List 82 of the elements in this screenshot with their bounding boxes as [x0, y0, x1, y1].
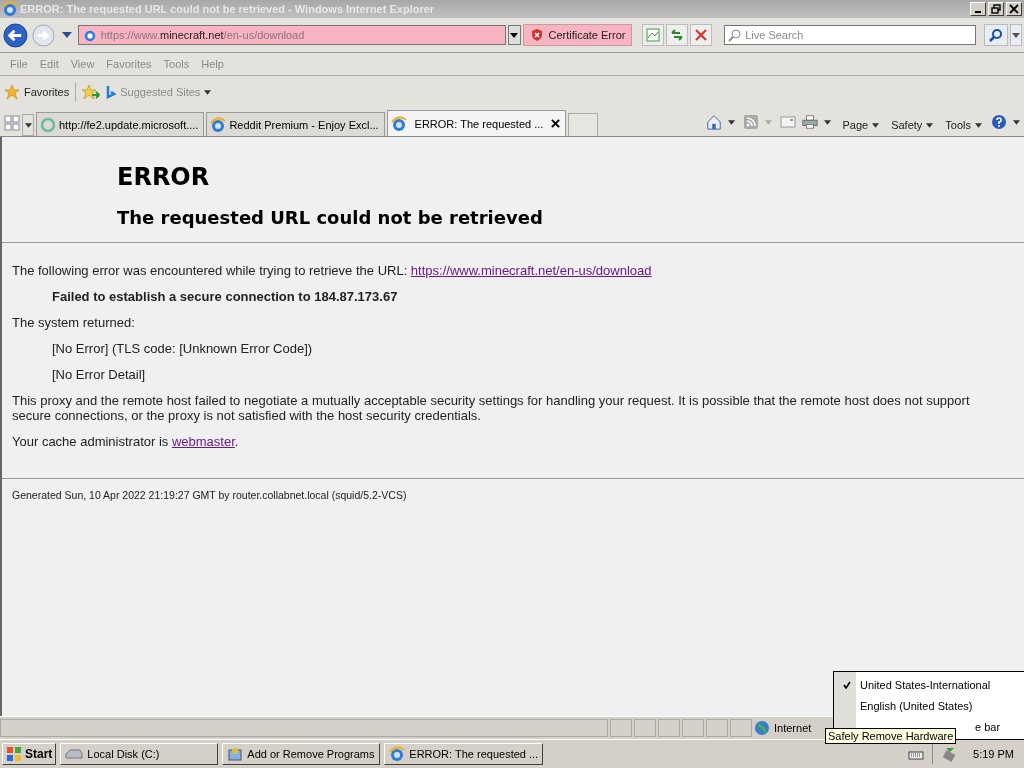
taskbar-button[interactable]: ERROR: The requested ... [384, 743, 544, 765]
star-icon [4, 84, 20, 100]
favorites-button[interactable]: Favorites [4, 84, 70, 100]
caret-icon [975, 122, 982, 128]
back-icon[interactable] [2, 21, 29, 49]
search-icon [989, 28, 1004, 42]
status-panel [730, 719, 752, 737]
loading-icon [40, 116, 56, 133]
windows-logo-icon [6, 746, 22, 762]
status-panel [634, 719, 656, 737]
webmaster-link[interactable]: webmaster [171, 434, 235, 449]
ie-logo-icon [390, 115, 407, 132]
shield-icon [530, 28, 545, 42]
url-link[interactable]: https://www.minecraft.net/en-us/download [410, 263, 652, 278]
error-heading: ERROR [117, 163, 211, 191]
search-button[interactable] [984, 24, 1009, 46]
dropdown-arrow-icon[interactable] [824, 120, 832, 125]
command-menu-button[interactable]: Safety [886, 119, 939, 131]
search-field[interactable]: Live Search [724, 25, 977, 45]
status-panel [706, 719, 728, 737]
menu-item[interactable]: English (United States) [834, 695, 1024, 716]
ie-logo-icon [210, 116, 227, 133]
caret-icon [1012, 32, 1020, 38]
system-returned-text: The system returned: [12, 315, 136, 330]
clock: 5:19 PM [973, 748, 1014, 760]
dropdown-arrow-icon[interactable] [1013, 120, 1020, 125]
ie-logo-icon [82, 28, 97, 42]
ie-logo-icon [389, 746, 406, 762]
refresh-icon [669, 27, 686, 43]
minimize-icon [975, 10, 981, 13]
minimize-button[interactable] [970, 2, 986, 16]
restore-button[interactable] [988, 2, 1004, 16]
footer-text: Generated Sun, 10 Apr 2022 21:19:27 GMT by router.collabnet.local (squid/5.2-VCS) [11, 488, 408, 503]
stop-button[interactable] [690, 24, 713, 46]
programs-icon [227, 746, 244, 762]
help-icon[interactable] [991, 114, 1007, 130]
browser-tab[interactable]: Reddit Premium - Enjoy Excl... [206, 112, 385, 136]
taskbar-button[interactable]: Local Disk (C:) [60, 743, 219, 765]
disk-drive-icon [65, 748, 84, 760]
close-icon [693, 27, 710, 43]
caret-icon [24, 122, 32, 128]
command-menu-button[interactable]: Tools [940, 119, 987, 131]
error-detail: [No Error Detail] [51, 367, 147, 382]
close-icon[interactable] [551, 119, 561, 128]
dropdown-arrow-icon[interactable] [728, 120, 736, 125]
close-button[interactable] [1006, 2, 1022, 16]
browser-tab[interactable]: http://fe2.update.microsoft.... [36, 112, 205, 136]
page-icon [645, 27, 662, 43]
certificate-error-button[interactable]: Certificate Error [523, 24, 633, 46]
address-dropdown-button[interactable] [507, 25, 522, 45]
status-panel [682, 719, 704, 737]
status-panel [610, 719, 632, 737]
caret-icon [510, 32, 519, 38]
start-button[interactable]: Start [2, 743, 57, 765]
intro-text: The following error was encountered while trying to retrieve the URL: https://www.minecraft.net/en-us/download [12, 263, 653, 278]
error-subheading: The requested URL could not be retrieved [117, 207, 544, 228]
error-message: Failed to establish a secure connection to 184.87.173.67 [51, 289, 399, 304]
search-options-button[interactable] [1010, 24, 1022, 46]
ie-logo-icon [2, 1, 18, 17]
menu-item[interactable]: United States-International [834, 674, 1024, 695]
printer-icon[interactable] [802, 114, 819, 130]
home-icon[interactable] [706, 114, 723, 130]
bing-logo-icon [106, 85, 117, 99]
caret-icon [926, 122, 934, 128]
error-detail: [No Error] (TLS code: [Unknown Error Code]) [51, 341, 314, 356]
command-menu-button[interactable]: Page [837, 119, 885, 131]
add-favorite-icon[interactable] [82, 84, 101, 100]
caret-icon [204, 89, 212, 95]
search-icon [728, 28, 743, 42]
admin-text: Your cache administrator is webmaster. [12, 434, 240, 449]
restore-icon [991, 4, 1001, 14]
taskbar-button[interactable]: Add or Remove Programs [222, 743, 381, 765]
status-panel [658, 719, 680, 737]
refresh-button[interactable] [666, 24, 689, 46]
close-icon [1009, 4, 1019, 14]
caret-icon [872, 122, 880, 128]
browser-tab[interactable]: ERROR: The requested ... [386, 110, 567, 136]
tab-list-button[interactable] [22, 114, 34, 136]
dropdown-arrow-icon[interactable] [61, 32, 72, 38]
globe-icon [754, 720, 770, 736]
address-field[interactable]: https://www.minecraft.net/en-us/download [77, 25, 506, 45]
explanation-text: This proxy and the remote host failed to negotiate a mutually acceptable security settings for handling your request. It is possible that the remote host does not support secure connections, or the proxy is not satisfied with the host security credentials. [12, 393, 971, 423]
